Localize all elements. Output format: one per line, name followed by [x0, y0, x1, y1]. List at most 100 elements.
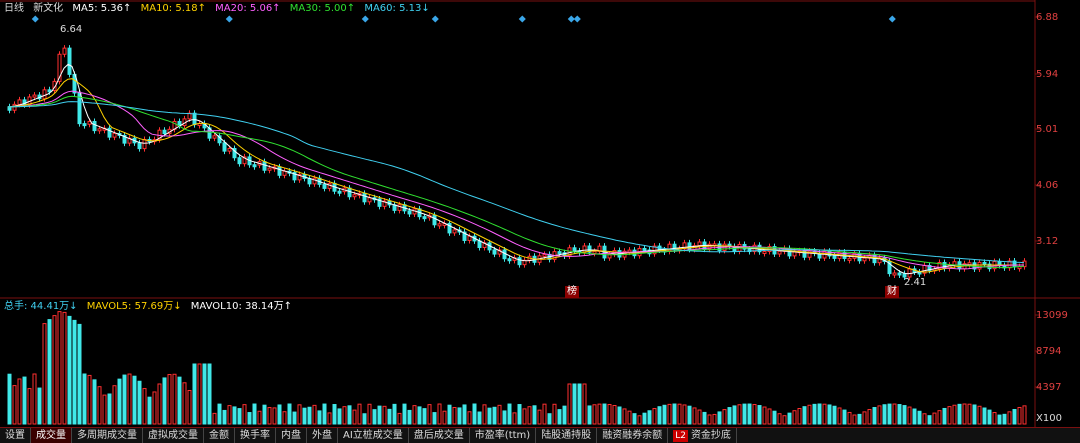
- volume-bar: [392, 403, 397, 425]
- event-diamond-icon: [31, 15, 39, 23]
- volume-bar: [1007, 411, 1012, 425]
- price-tick-1: 6.88: [1036, 12, 1059, 23]
- volume-bar: [852, 414, 857, 425]
- tab-2[interactable]: 多周期成交量: [72, 428, 143, 443]
- volume-bar: [562, 405, 567, 425]
- tab-1[interactable]: 成交量: [31, 428, 72, 443]
- volume-bar: [657, 406, 662, 425]
- tab-4[interactable]: 金额: [204, 428, 235, 443]
- volume-bar: [437, 403, 442, 425]
- candle-body: [507, 258, 512, 262]
- volume-tick-2: 8794: [1036, 346, 1062, 357]
- volume-bar: [832, 405, 837, 425]
- volume-bar: [902, 405, 907, 425]
- volume-bar: [952, 404, 957, 425]
- volume-bar: [697, 409, 702, 425]
- candle-body: [237, 157, 242, 165]
- volume-bar: [997, 414, 1002, 425]
- volume-bar: [42, 323, 47, 425]
- tab-5[interactable]: 换手率: [235, 428, 276, 443]
- tab-7[interactable]: 外盘: [307, 428, 338, 443]
- price-tick-5: 3.12: [1036, 236, 1059, 247]
- volume-bar: [137, 380, 142, 425]
- candle-body: [322, 183, 327, 189]
- volume-bar: [152, 391, 157, 425]
- volume-bar: [57, 311, 62, 425]
- volume-bar: [387, 408, 392, 425]
- tab-label: 外盘: [312, 430, 332, 441]
- volume-bar: [637, 415, 642, 425]
- tab-0[interactable]: 设置: [0, 428, 31, 443]
- volume-bar: [982, 407, 987, 425]
- candle-body: [762, 251, 767, 255]
- volume-bar: [612, 405, 617, 425]
- tab-11[interactable]: 陆股通持股: [536, 428, 598, 443]
- volume-bar: [132, 375, 137, 425]
- candle-body: [517, 257, 522, 266]
- volume-bar: [127, 373, 132, 425]
- volume-bar: [632, 413, 637, 425]
- event-mark-cai[interactable]: 财: [885, 286, 899, 298]
- tab-label: 金额: [209, 430, 229, 441]
- tab-10[interactable]: 市盈率(ttm): [470, 428, 537, 443]
- volume-bar: [717, 411, 722, 425]
- volume-bar: [822, 403, 827, 425]
- volume-bar: [972, 404, 977, 425]
- candle-body: [67, 47, 72, 75]
- volume-bar: [397, 412, 402, 425]
- tab-6[interactable]: 内盘: [276, 428, 307, 443]
- volume-bar: [337, 408, 342, 425]
- candle-body: [192, 112, 197, 126]
- volume-bar: [162, 377, 167, 425]
- volume-bar: [712, 413, 717, 425]
- volume-bar: [17, 378, 22, 425]
- volume-bar: [932, 412, 937, 425]
- volume-bar: [522, 408, 527, 425]
- volume-bar: [927, 415, 932, 425]
- volume-bar: [82, 373, 87, 425]
- volume-bar: [187, 390, 192, 425]
- volume-bar: [607, 403, 612, 425]
- candle-body: [977, 261, 982, 270]
- volume-bar: [777, 413, 782, 425]
- volume-bar: [22, 376, 27, 425]
- tab-label: 成交量: [36, 430, 66, 441]
- volume-bar: [277, 404, 282, 425]
- volume-bar: [837, 407, 842, 425]
- tab-12[interactable]: 融资融券余额: [597, 428, 669, 443]
- volume-bar: [352, 409, 357, 425]
- volume-bar: [917, 410, 922, 425]
- event-diamond-icon: [888, 15, 896, 23]
- volume-bar: [372, 409, 377, 425]
- volume-bar: [272, 407, 277, 425]
- volume-bar: [987, 409, 992, 425]
- volume-bar: [347, 405, 352, 425]
- volume-bar: [662, 404, 667, 425]
- volume-bar: [842, 409, 847, 425]
- volume-bar: [32, 373, 37, 425]
- event-mark-bang[interactable]: 榜: [565, 286, 579, 298]
- tab-9[interactable]: 盘后成交量: [409, 428, 470, 443]
- volume-bar: [502, 410, 507, 425]
- tab-label: 融资融券余额: [602, 430, 663, 441]
- volume-bar: [377, 405, 382, 425]
- volume-bar: [87, 374, 92, 425]
- volume-bar: [287, 403, 292, 425]
- volume-bar: [807, 404, 812, 425]
- volume-bar: [442, 410, 447, 425]
- tab-8[interactable]: AI立桩成交量: [338, 428, 409, 443]
- volume-bar: [947, 406, 952, 425]
- volume-bar: [237, 408, 242, 425]
- candle-body: [407, 210, 412, 215]
- candle-body: [1022, 260, 1027, 268]
- tab-13[interactable]: L2 资金抄底: [668, 428, 737, 443]
- candle-body: [12, 103, 17, 111]
- tab-3[interactable]: 虚拟成交量: [143, 428, 204, 443]
- volume-bar: [742, 403, 747, 425]
- candle-body: [697, 241, 702, 247]
- kline-chart[interactable]: [0, 0, 1080, 427]
- volume-bar: [422, 408, 427, 425]
- volume-bar: [312, 404, 317, 425]
- volume-bar: [1017, 406, 1022, 425]
- volume-bar: [77, 323, 82, 425]
